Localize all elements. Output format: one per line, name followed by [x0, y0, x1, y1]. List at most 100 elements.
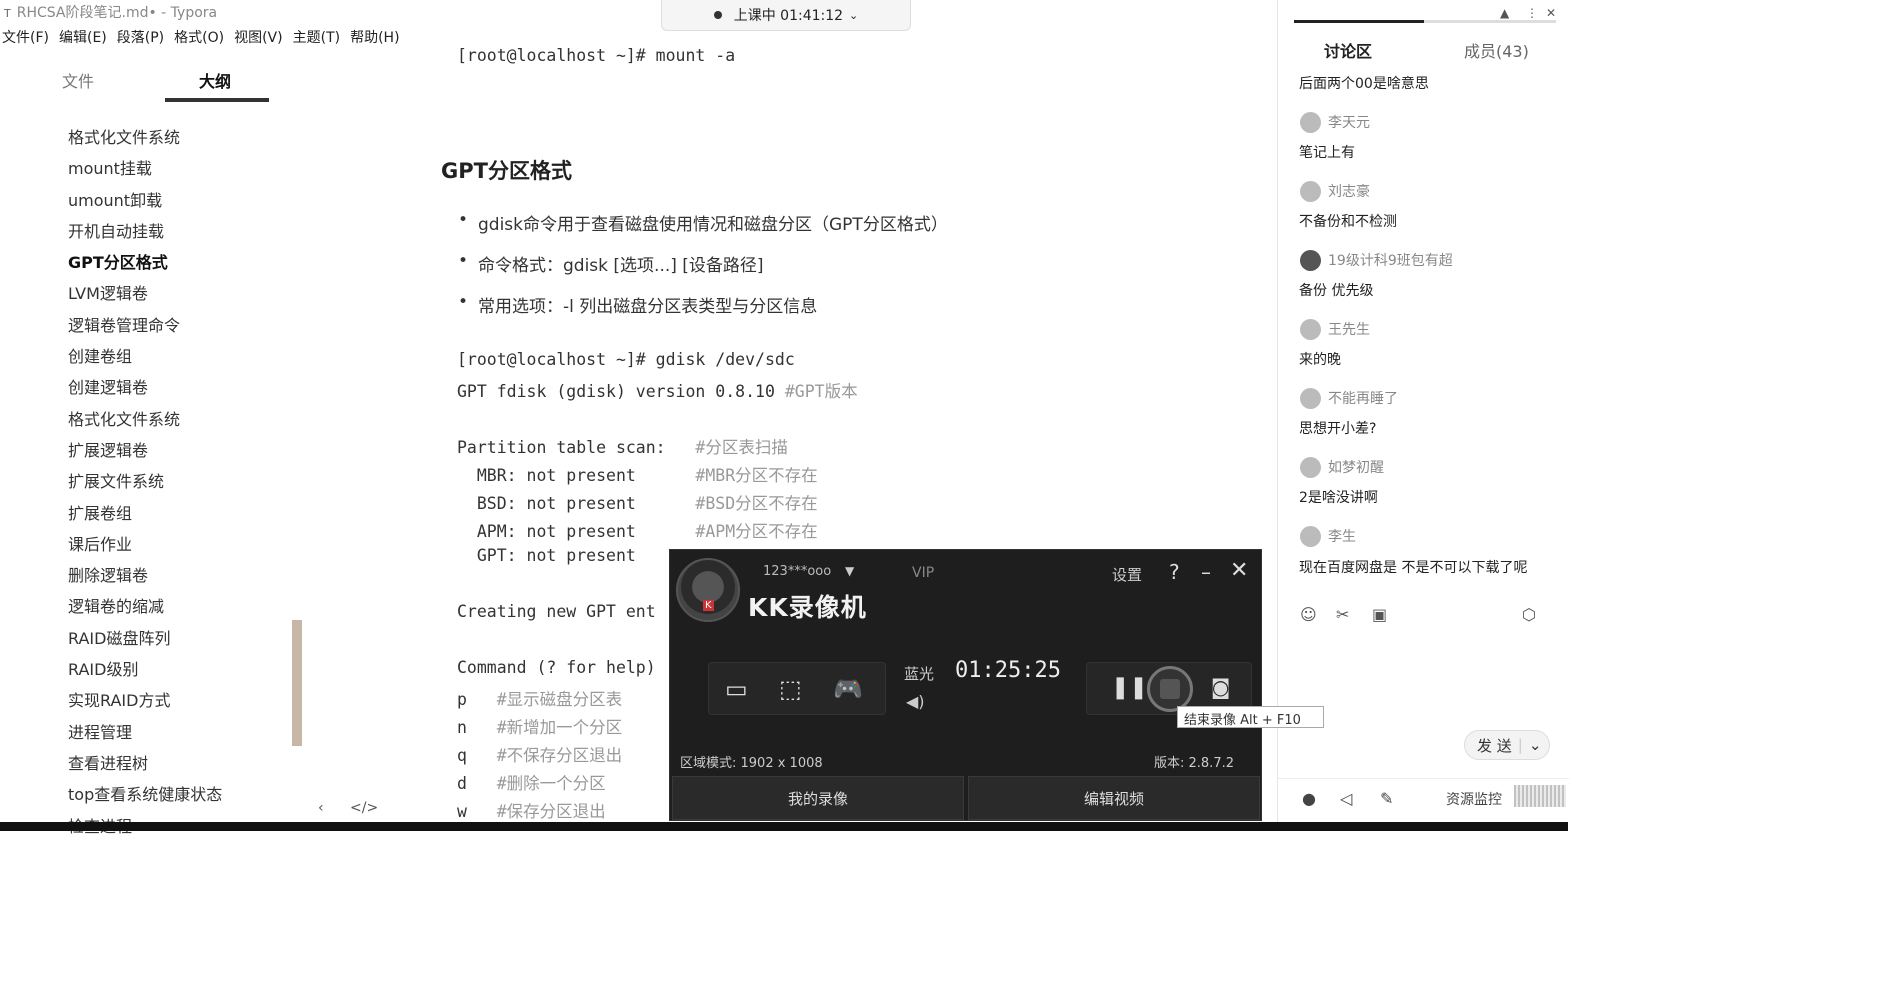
- code-comment: #MBR分区不存在: [695, 466, 818, 485]
- my-recordings-button[interactable]: 我的录像: [672, 776, 964, 820]
- bullet-item: 命令格式：gdisk [选项...] [设备路径]: [458, 251, 764, 276]
- chat-message-name: 19级计科9班包有超: [1328, 253, 1453, 269]
- code-text: w: [457, 802, 497, 821]
- pin-icon[interactable]: ▲: [1500, 6, 1509, 20]
- outline-item[interactable]: 逻辑卷的缩减: [68, 591, 298, 622]
- window-title: RHCSA阶段笔记.md• - Typora: [16, 5, 218, 21]
- tab-outline[interactable]: 大纲: [199, 68, 231, 92]
- code-text: [root@localhost ~]# gdisk /dev/sdc: [457, 350, 795, 369]
- minimize-icon[interactable]: –: [1201, 560, 1211, 584]
- image-icon[interactable]: ▣: [1372, 605, 1387, 624]
- menu-file[interactable]: 文件(F): [0, 25, 57, 49]
- close-icon[interactable]: ✕: [1546, 6, 1556, 20]
- outline-item[interactable]: RAID级别: [68, 654, 298, 685]
- code-line: w #保存分区退出: [457, 798, 606, 822]
- window-title-bar: T RHCSA阶段笔记.md• - Typora: [0, 0, 660, 22]
- menu-edit[interactable]: 编辑(E): [57, 25, 115, 49]
- outline-item[interactable]: 开机自动挂载: [68, 216, 298, 247]
- outline-item-active[interactable]: GPT分区格式: [68, 247, 298, 278]
- bullet-item: gdisk命令用于查看磁盘使用情况和磁盘分区（GPT分区格式）: [458, 210, 948, 235]
- pen-icon[interactable]: ✎: [1380, 789, 1393, 808]
- chat-message-text: 备份 优先级: [1299, 283, 1374, 299]
- outline-item[interactable]: 逻辑卷管理命令: [68, 310, 298, 341]
- outline-item[interactable]: 查看进程树: [68, 748, 298, 779]
- menu-theme[interactable]: 主题(T): [291, 25, 348, 49]
- close-icon[interactable]: ✕: [1230, 558, 1248, 583]
- chat-message-name: 如梦初醒: [1328, 460, 1384, 476]
- code-line: Command (? for help): [457, 658, 656, 677]
- more-icon[interactable]: ⋮: [1526, 6, 1538, 20]
- outline-item[interactable]: 课后作业: [68, 529, 298, 560]
- kk-vip-badge[interactable]: VIP: [912, 565, 934, 581]
- code-text: Command (? for help): [457, 658, 656, 677]
- game-mode-icon[interactable]: 🎮: [833, 675, 863, 703]
- outline-item[interactable]: mount挂载: [68, 153, 298, 184]
- scissors-icon[interactable]: ✂: [1336, 605, 1349, 624]
- outline-item[interactable]: LVM逻辑卷: [68, 278, 298, 309]
- kk-version: 版本: 2.8.7.2: [1154, 756, 1234, 771]
- chat-message-name: 王先生: [1328, 322, 1370, 338]
- resource-monitor-label[interactable]: 资源监控: [1446, 789, 1502, 809]
- kk-quality[interactable]: 蓝光: [904, 663, 934, 684]
- code-line: Creating new GPT ent: [457, 602, 656, 621]
- code-text: GPT: not present: [457, 546, 636, 565]
- outline-item[interactable]: 扩展卷组: [68, 498, 298, 529]
- typora-logo-icon: T: [4, 7, 11, 20]
- emoji-icon[interactable]: ☺: [1300, 605, 1317, 624]
- pause-icon[interactable]: ❚❚: [1111, 675, 1148, 700]
- chat-message-text: 笔记上有: [1299, 145, 1355, 161]
- kk-help-button[interactable]: ?: [1169, 560, 1180, 584]
- kk-settings-button[interactable]: 设置: [1112, 564, 1142, 585]
- fullscreen-mode-icon[interactable]: ▭: [725, 675, 748, 703]
- outline-item[interactable]: 创建逻辑卷: [68, 372, 298, 403]
- outline-item[interactable]: 格式化文件系统: [68, 122, 298, 153]
- code-line: q #不保存分区退出: [457, 742, 622, 766]
- code-comment: #分区表扫描: [695, 438, 788, 457]
- outline-item[interactable]: 删除逻辑卷: [68, 560, 298, 591]
- speaker-icon[interactable]: ◁: [1340, 789, 1352, 808]
- outline-item[interactable]: 扩展逻辑卷: [68, 435, 298, 466]
- settings-icon[interactable]: ⬡: [1522, 605, 1536, 624]
- outline-item[interactable]: umount卸载: [68, 185, 298, 216]
- sidebar-scrollbar[interactable]: [292, 620, 302, 746]
- outline-item[interactable]: 扩展文件系统: [68, 466, 298, 497]
- kk-mode-selector: ▭ ⬚ 🎮: [708, 662, 886, 715]
- chat-message-name: 李天元: [1328, 115, 1370, 131]
- chevron-down-icon[interactable]: ▼: [845, 564, 854, 578]
- camera-icon[interactable]: ◙: [1211, 675, 1230, 699]
- menu-format[interactable]: 格式(O): [172, 25, 232, 49]
- menu-help[interactable]: 帮助(H): [348, 25, 407, 49]
- code-text: BSD: not present: [457, 494, 696, 513]
- outline-item[interactable]: 创建卷组: [68, 341, 298, 372]
- chat-progress-bar: [1294, 20, 1424, 23]
- source-code-icon[interactable]: </>: [350, 800, 378, 816]
- sidebar: 文件 大纲 格式化文件系统 mount挂载 umount卸载 开机自动挂载 GP…: [0, 50, 310, 836]
- outline-item[interactable]: top查看系统健康状态: [68, 779, 298, 810]
- chat-message-text: 思想开小差?: [1299, 421, 1377, 437]
- menu-paragraph[interactable]: 段落(P): [115, 25, 172, 49]
- chat-tab-members[interactable]: 成员(43): [1464, 38, 1529, 62]
- outline-item[interactable]: 进程管理: [68, 717, 298, 748]
- chevron-down-icon[interactable]: ⌄: [1529, 736, 1542, 754]
- chat-message-name: 不能再睡了: [1328, 391, 1398, 407]
- kk-record-time: 01:25:25: [955, 658, 1061, 683]
- outline-item[interactable]: 格式化文件系统: [68, 404, 298, 435]
- lesson-status[interactable]: 上课中 01:41:12 ⌄: [661, 0, 911, 31]
- region-mode-icon[interactable]: ⬚: [779, 675, 802, 703]
- send-button[interactable]: 发 送 | ⌄: [1464, 730, 1550, 760]
- code-text: q: [457, 746, 497, 765]
- edit-video-button[interactable]: 编辑视频: [968, 776, 1260, 820]
- microphone-icon[interactable]: ●: [1302, 789, 1316, 808]
- avatar: [1300, 526, 1321, 547]
- kk-account[interactable]: 123***ooo: [763, 564, 831, 579]
- code-comment: #APM分区不存在: [695, 522, 818, 541]
- outline-item[interactable]: RAID磁盘阵列: [68, 623, 298, 654]
- chat-tab-discussion[interactable]: 讨论区: [1324, 38, 1372, 62]
- chat-message-text: 现在百度网盘是 不是不可以下载了呢: [1299, 560, 1528, 576]
- outline-item[interactable]: 实现RAID方式: [68, 685, 298, 716]
- chat-message-name: 刘志豪: [1328, 184, 1370, 200]
- menu-view[interactable]: 视图(V): [232, 25, 291, 49]
- back-icon[interactable]: ‹: [318, 800, 324, 816]
- volume-icon[interactable]: ◀): [906, 692, 925, 711]
- tab-files[interactable]: 文件: [62, 68, 94, 92]
